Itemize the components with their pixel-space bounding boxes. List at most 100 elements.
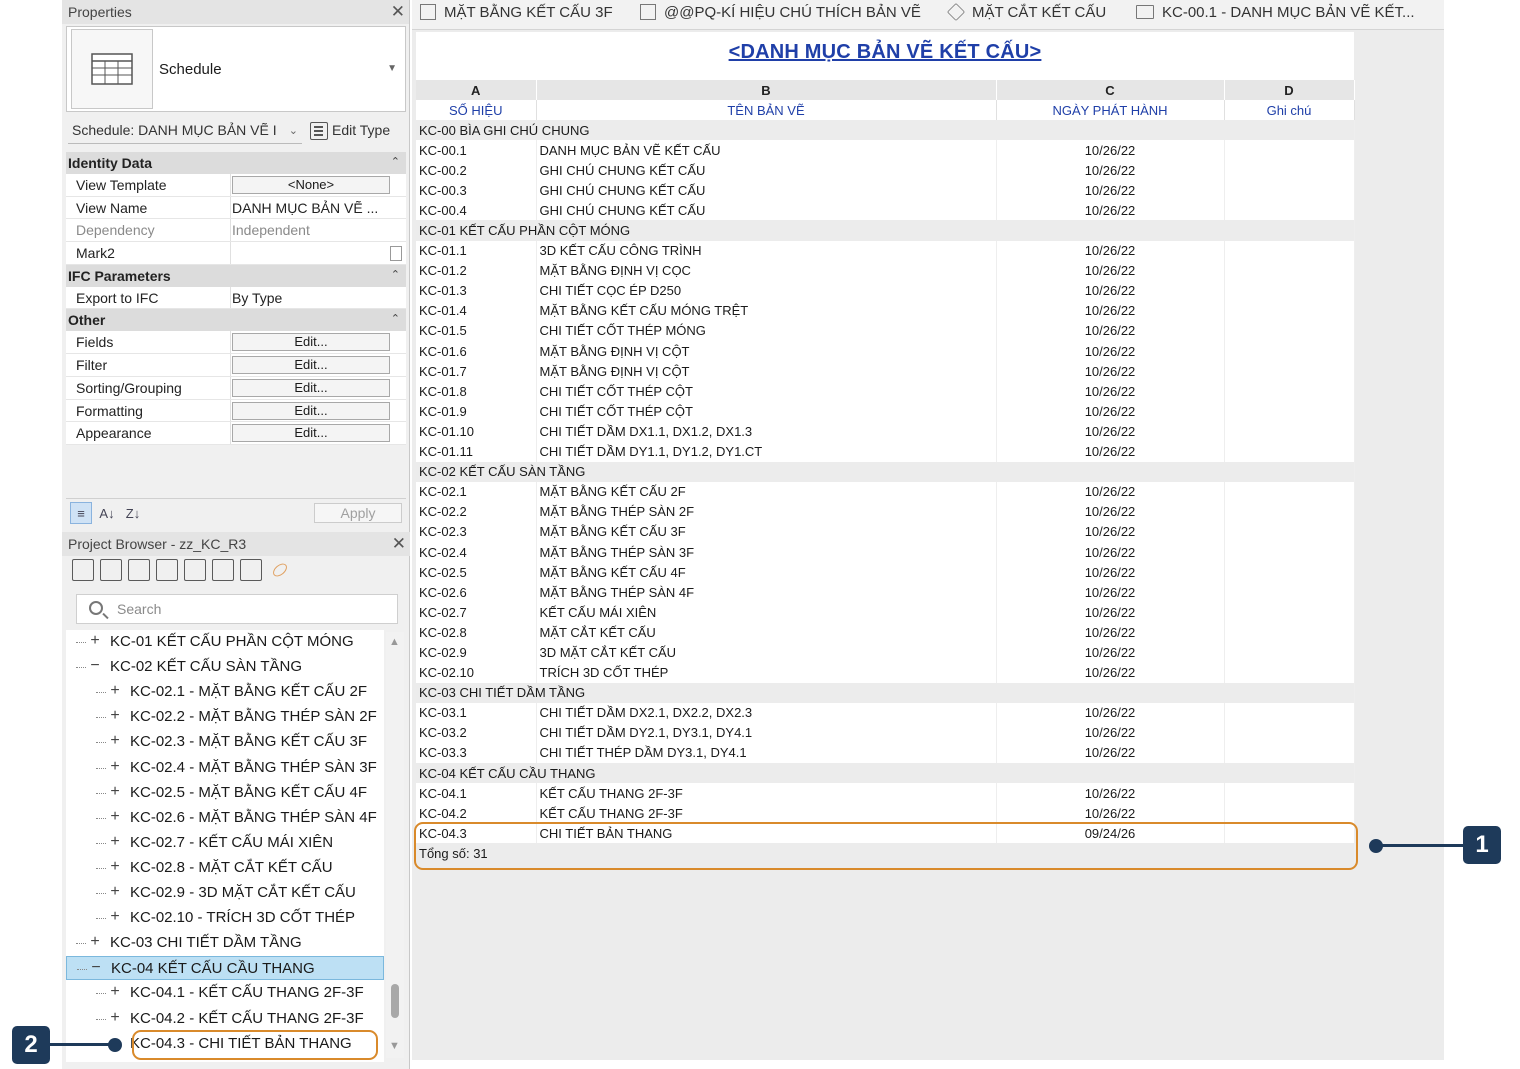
sheet-number-cell[interactable]: KC-00.2 <box>416 160 537 181</box>
tree-node[interactable]: + KC-02.4 - MẶT BẰNG THÉP SÀN 3F <box>66 756 384 780</box>
sheet-number-cell[interactable]: KC-01.8 <box>416 381 537 402</box>
sheet-name-cell[interactable]: KẾT CẤU THANG 2F-3F <box>536 803 997 824</box>
group-header-row[interactable]: KC-01 KẾT CẤU PHẦN CỘT MÓNG <box>416 220 1355 241</box>
group-header-row[interactable]: KC-04 KẾT CẤU CẦU THANG <box>416 763 1355 784</box>
table-row[interactable]: KC-01.5 CHI TIẾT CỐT THÉP MÓNG 10/26/22 <box>416 320 1355 342</box>
sheet-name-cell[interactable]: MẶT BẰNG THÉP SÀN 3F <box>536 541 997 563</box>
expand-icon[interactable]: + <box>108 908 122 926</box>
column-header[interactable]: TÊN BẢN VẼ <box>536 100 997 120</box>
notes-cell[interactable] <box>1224 521 1355 542</box>
property-section[interactable]: IFC Parameters ⌃ <box>66 264 406 287</box>
property-value[interactable]: By Type <box>232 290 392 306</box>
expand-icon[interactable]: + <box>108 883 122 901</box>
issue-date-cell[interactable]: 10/26/22 <box>996 582 1225 603</box>
notes-cell[interactable] <box>1224 180 1355 201</box>
table-row[interactable]: KC-04.2 KẾT CẤU THANG 2F-3F 10/26/22 <box>416 803 1355 824</box>
sheet-name-cell[interactable]: GHI CHÚ CHUNG KẾT CẤU <box>536 180 997 201</box>
sheet-number-cell[interactable]: KC-02.3 <box>416 521 537 542</box>
table-row[interactable]: KC-01.9 CHI TIẾT CỐT THÉP CỘT 10/26/22 <box>416 401 1355 422</box>
sheet-name-cell[interactable]: CHI TIẾT CỐT THÉP CỘT <box>536 401 997 422</box>
issue-date-cell[interactable]: 10/26/22 <box>996 401 1225 422</box>
table-row[interactable]: KC-01.2 MẶT BẰNG ĐỊNH VỊ CỌC 10/26/22 <box>416 260 1355 281</box>
table-row[interactable]: KC-01.11 CHI TIẾT DẦM DY1.1, DY1.2, DY1.C… <box>416 441 1355 462</box>
issue-date-cell[interactable]: 10/26/22 <box>996 481 1225 502</box>
apply-button[interactable]: Apply <box>314 503 402 523</box>
property-edit-button[interactable]: Edit... <box>232 424 390 443</box>
issue-date-cell[interactable]: 10/26/22 <box>996 260 1225 281</box>
sheet-number-cell[interactable]: KC-01.9 <box>416 401 537 422</box>
issue-date-cell[interactable]: 10/26/22 <box>996 622 1225 643</box>
table-row[interactable]: KC-02.8 MẶT CẮT KẾT CẤU 10/26/22 <box>416 622 1355 643</box>
sheet-number-cell[interactable]: KC-00.3 <box>416 180 537 201</box>
notes-cell[interactable] <box>1224 361 1355 382</box>
link-icon[interactable] <box>270 561 290 579</box>
expand-icon[interactable]: + <box>108 808 122 826</box>
table-row[interactable]: KC-01.8 CHI TIẾT CỐT THÉP CỘT 10/26/22 <box>416 381 1355 402</box>
sheet-number-cell[interactable]: KC-01.11 <box>416 441 537 462</box>
table-row[interactable]: KC-00.3 GHI CHÚ CHUNG KẾT CẤU 10/26/22 <box>416 180 1355 201</box>
group-header-row[interactable]: KC-03 CHI TIẾT DẦM TẦNG <box>416 682 1355 703</box>
property-checkbox[interactable] <box>390 246 402 262</box>
sheet-name-cell[interactable]: CHI TIẾT CỐT THÉP MÓNG <box>536 320 997 342</box>
notes-cell[interactable] <box>1224 300 1355 321</box>
issue-date-cell[interactable]: 10/26/22 <box>996 160 1225 181</box>
expand-icon[interactable]: + <box>108 983 122 1001</box>
table-row[interactable]: KC-02.4 MẶT BẰNG THÉP SÀN 3F 10/26/22 <box>416 541 1355 563</box>
notes-cell[interactable] <box>1224 140 1355 161</box>
issue-date-cell[interactable]: 10/26/22 <box>996 562 1225 583</box>
column-letter[interactable]: D <box>1224 80 1355 100</box>
collapse-icon[interactable]: ⌃ <box>391 155 400 168</box>
property-value[interactable]: DANH MỤC BẢN VẼ ... <box>232 200 392 216</box>
notes-cell[interactable] <box>1224 803 1355 824</box>
tree-node[interactable]: + KC-03 CHI TIẾT DẦM TẦNG <box>66 931 384 955</box>
table-row[interactable]: KC-01.10 CHI TIẾT DẦM DX1.1, DX1.2, DX1.3… <box>416 421 1355 442</box>
collapse-icon[interactable]: − <box>88 657 102 675</box>
collapse-icon[interactable]: − <box>89 959 103 977</box>
tree-node[interactable]: + KC-04.1 - KẾT CẤU THANG 2F-3F <box>66 981 384 1005</box>
table-row[interactable]: KC-02.1 MẶT BẰNG KẾT CẤU 2F 10/26/22 <box>416 481 1355 502</box>
notes-cell[interactable] <box>1224 160 1355 181</box>
property-edit-button[interactable]: <None> <box>232 176 390 194</box>
sheet-number-cell[interactable]: KC-02.6 <box>416 582 537 603</box>
sheet-name-cell[interactable]: TRÍCH 3D CỐT THÉP <box>536 662 997 683</box>
notes-cell[interactable] <box>1224 421 1355 442</box>
sheet-name-cell[interactable]: MẶT BẰNG ĐỊNH VỊ CỌC <box>536 260 997 281</box>
table-row[interactable]: KC-03.2 CHI TIẾT DẦM DY2.1, DY3.1, DY4.1 1… <box>416 722 1355 743</box>
close-icon[interactable]: ✕ <box>392 534 406 554</box>
notes-cell[interactable] <box>1224 240 1355 261</box>
table-row[interactable]: KC-01.1 3D KẾT CẤU CÔNG TRÌNH 10/26/22 <box>416 240 1355 261</box>
expand-icon[interactable]: + <box>108 833 122 851</box>
table-row[interactable]: KC-02.3 MẶT BẰNG KẾT CẤU 3F 10/26/22 <box>416 521 1355 542</box>
issue-date-cell[interactable]: 10/26/22 <box>996 240 1225 261</box>
expand-icon[interactable]: + <box>108 758 122 776</box>
tab-floor-plan[interactable]: MẶT BẰNG KẾT CẤU 3F <box>420 3 613 28</box>
column-header[interactable]: Ghi chú <box>1224 100 1355 120</box>
close-icon[interactable]: ✕ <box>391 2 405 22</box>
tree-node[interactable]: + KC-01 KẾT CẤU PHẦN CỘT MÓNG <box>66 630 384 654</box>
issue-date-cell[interactable]: 10/26/22 <box>996 541 1225 563</box>
table-row[interactable]: KC-03.1 CHI TIẾT DẦM DX2.1, DX2.2, DX2.3 1… <box>416 702 1355 723</box>
table-row[interactable]: KC-01.6 MẶT BẰNG ĐỊNH VỊ CỘT 10/26/22 <box>416 341 1355 362</box>
expand-icon[interactable]: + <box>88 933 102 951</box>
sheet-name-cell[interactable]: MẶT BẰNG KẾT CẤU 3F <box>536 521 997 542</box>
tab-section[interactable]: MẶT CẮT KẾT CẤU <box>946 2 1106 28</box>
groups-icon[interactable] <box>240 559 262 581</box>
property-section[interactable]: Identity Data ⌃ <box>66 152 406 174</box>
sheet-icon[interactable] <box>184 559 206 581</box>
instance-selector[interactable]: Schedule: DANH MỤC BẢN VẼ I ⌄ <box>68 120 302 144</box>
sheet-number-cell[interactable]: KC-03.1 <box>416 702 537 723</box>
home-icon[interactable] <box>72 559 94 581</box>
sheet-name-cell[interactable]: CHI TIẾT DẦM DY2.1, DY3.1, DY4.1 <box>536 722 997 743</box>
notes-cell[interactable] <box>1224 280 1355 301</box>
issue-date-cell[interactable]: 10/26/22 <box>996 642 1225 663</box>
sheet-number-cell[interactable]: KC-02.5 <box>416 562 537 583</box>
notes-cell[interactable] <box>1224 742 1355 763</box>
sheet-number-cell[interactable]: KC-01.6 <box>416 341 537 362</box>
issue-date-cell[interactable]: 10/26/22 <box>996 441 1225 462</box>
table-row[interactable]: KC-02.5 MẶT BẰNG KẾT CẤU 4F 10/26/22 <box>416 562 1355 583</box>
expand-icon[interactable]: + <box>108 707 122 725</box>
legend-icon[interactable] <box>128 559 150 581</box>
tree-node[interactable]: + KC-04.2 - KẾT CẤU THANG 2F-3F <box>66 1007 384 1031</box>
sheet-name-cell[interactable]: GHI CHÚ CHUNG KẾT CẤU <box>536 160 997 181</box>
table-row[interactable]: KC-03.3 CHI TIẾT THÉP DẦM DY3.1, DY4.1 10/… <box>416 742 1355 763</box>
